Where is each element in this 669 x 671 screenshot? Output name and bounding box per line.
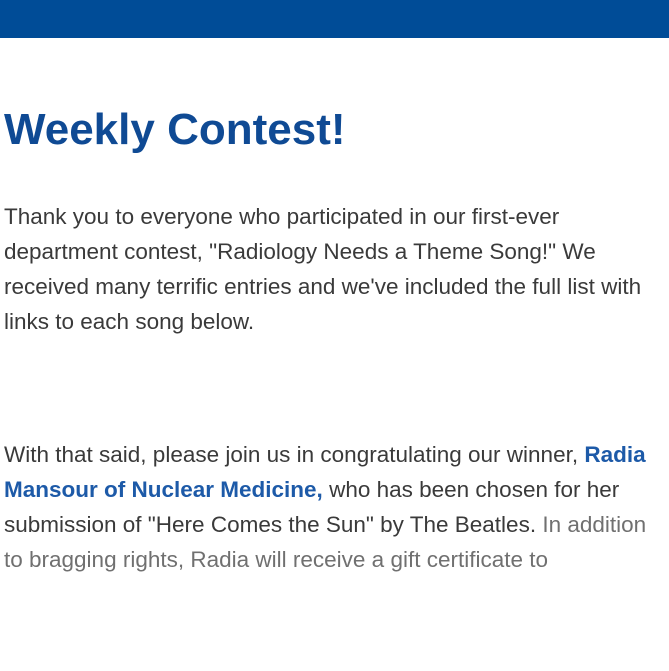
intro-paragraph: Thank you to everyone who participated i… <box>4 204 642 334</box>
winner-lead-text: With that said, please join us in congra… <box>4 442 585 467</box>
header-bar <box>0 0 669 38</box>
winner-paragraph: With that said, please join us in congra… <box>4 437 666 577</box>
page-title: Weekly Contest! <box>4 105 346 154</box>
